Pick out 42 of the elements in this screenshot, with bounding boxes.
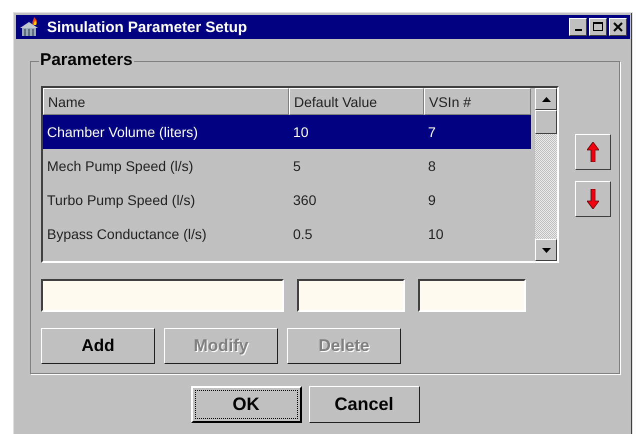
table-cell-text: Mech Pump Speed (l/s) <box>46 158 194 174</box>
scroll-up-button[interactable] <box>535 88 557 110</box>
table-cell-text: 360 <box>292 192 318 208</box>
scroll-down-button[interactable] <box>535 239 557 261</box>
dialog-button[interactable]: OK <box>190 386 302 423</box>
window-title: Simulation Parameter Setup <box>47 18 248 36</box>
table-cell-text: 10 <box>292 124 310 140</box>
table-row[interactable]: Turbo Pump Speed (l/s) 360 9 <box>43 183 531 217</box>
vertical-scrollbar[interactable] <box>535 88 557 261</box>
minimize-icon <box>574 29 582 31</box>
action-button[interactable]: Add <box>41 328 155 364</box>
table-row[interactable]: Mech Pump Speed (l/s) 5 8 <box>43 149 531 183</box>
close-icon <box>613 22 623 32</box>
triangle-up-icon <box>542 96 550 102</box>
move-down-button[interactable] <box>575 181 611 217</box>
table-row[interactable]: Chamber Volume (liters) 10 7 <box>43 115 531 149</box>
table-cell-text: 8 <box>427 158 437 174</box>
triangle-down-icon <box>542 248 550 252</box>
scroll-thumb[interactable] <box>535 110 557 134</box>
arrow-up-icon <box>587 142 599 162</box>
column-header[interactable]: VSIn # <box>424 88 531 115</box>
dialog-button[interactable]: Cancel <box>308 386 420 423</box>
arrow-down-icon <box>587 189 599 209</box>
value-field[interactable] <box>297 279 405 312</box>
move-up-button[interactable] <box>575 134 611 170</box>
table-cell-text: 9 <box>427 192 437 208</box>
table-cell-text: Chamber Volume (liters) <box>46 124 199 140</box>
close-button[interactable] <box>609 18 627 36</box>
table-cell-text: 10 <box>427 226 445 242</box>
maximize-button[interactable] <box>589 18 607 36</box>
table-cell-text: 0.5 <box>292 226 314 242</box>
maximize-icon <box>593 22 603 32</box>
column-header[interactable]: Default Value <box>289 88 424 115</box>
minimize-button[interactable] <box>569 18 587 36</box>
name-field[interactable] <box>41 279 284 312</box>
table-cell-text: Turbo Pump Speed (l/s) <box>46 192 196 208</box>
table-row[interactable]: Bypass Conductance (l/s) 0.5 10 <box>43 217 531 251</box>
table-cell-text: 7 <box>427 124 437 140</box>
table-cell-text: Bypass Conductance (l/s) <box>46 226 208 242</box>
table-cell-text: 5 <box>292 158 302 174</box>
column-header[interactable]: Name <box>43 88 289 115</box>
vsin-field[interactable] <box>418 279 526 312</box>
